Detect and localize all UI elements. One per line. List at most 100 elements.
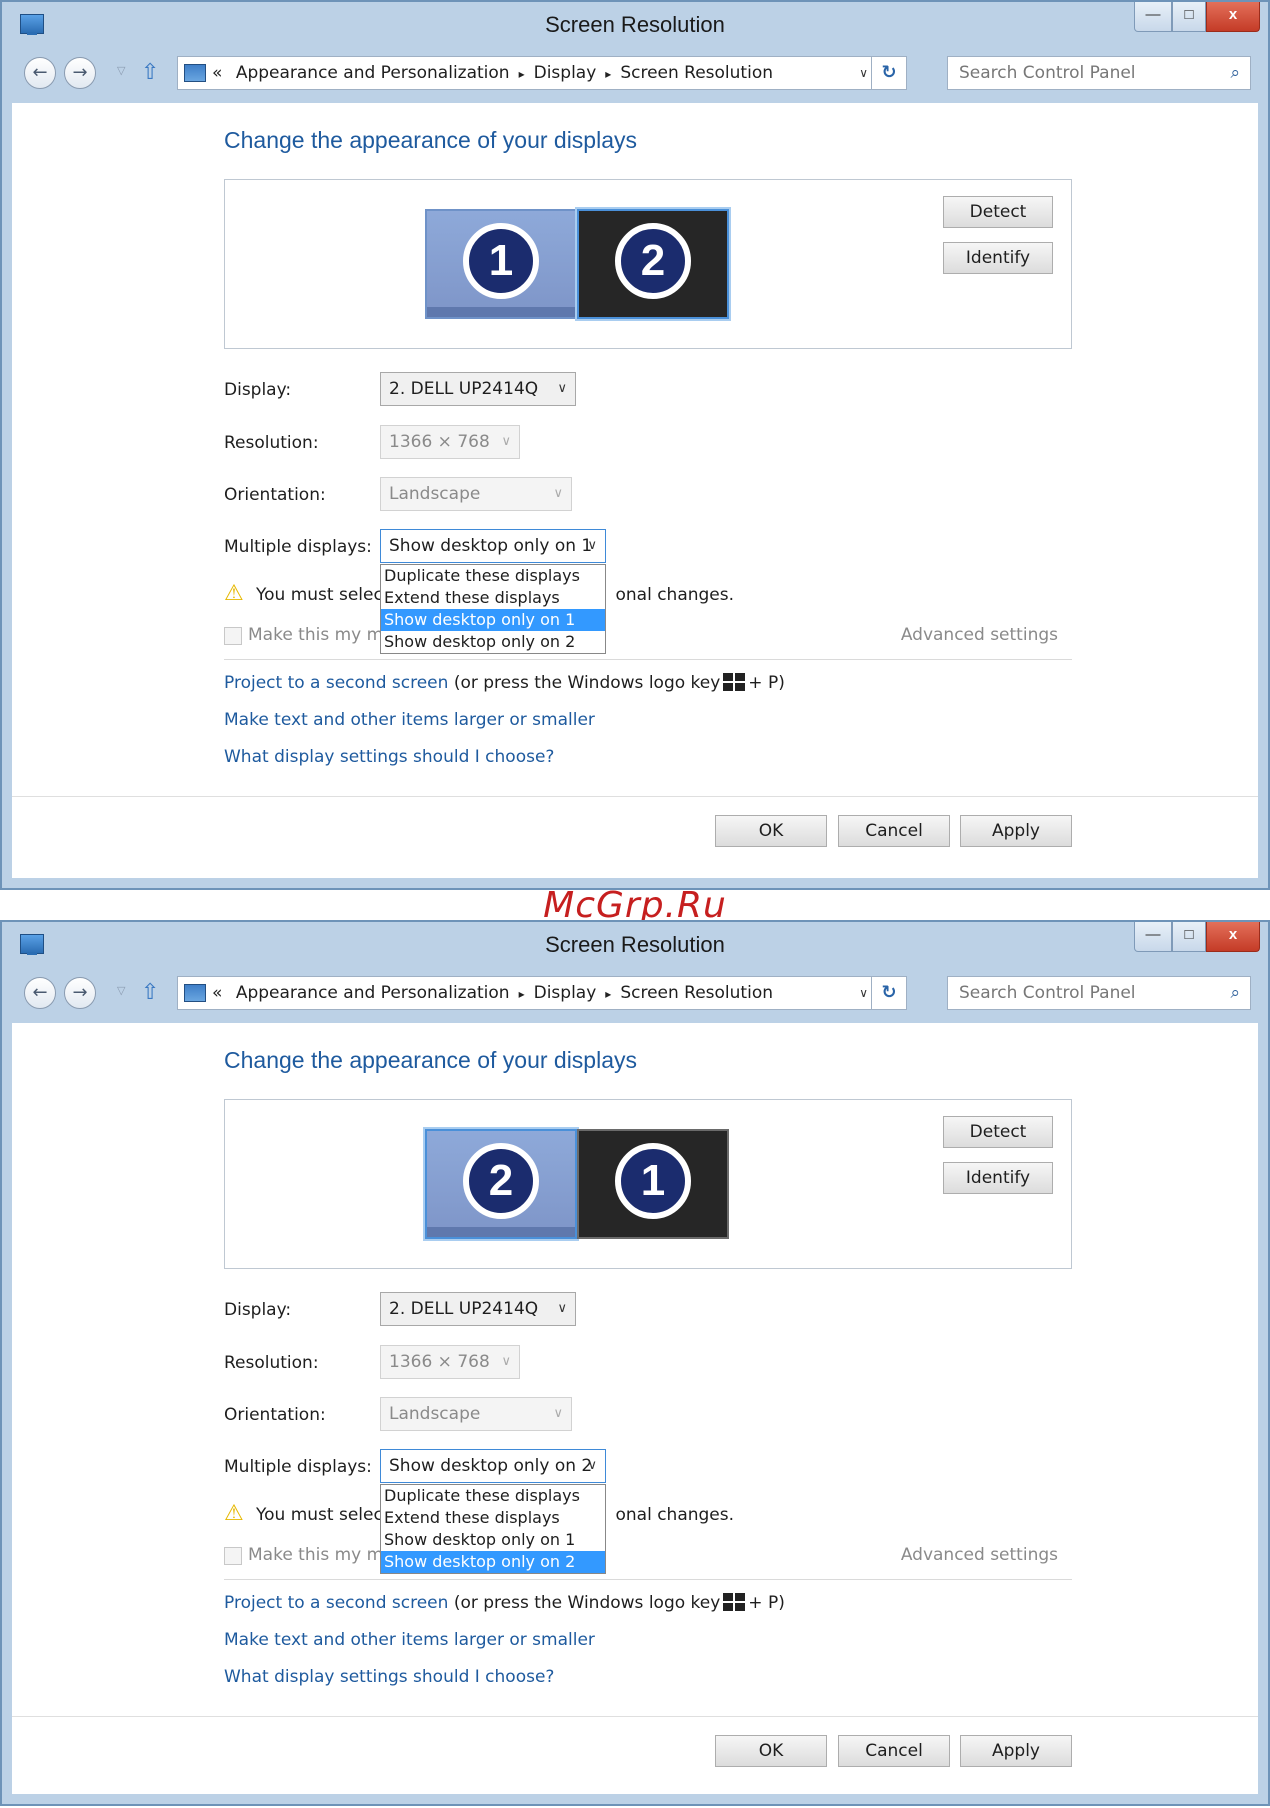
control-panel-app-icon[interactable] — [20, 14, 44, 35]
project-link-row: Project to a second screen (or press the… — [224, 1593, 785, 1613]
warning-text-start: You must select — [256, 1505, 390, 1525]
content-area: Change the appearance of your displays 2… — [12, 1023, 1258, 1794]
orientation-select: Landscape ∨ — [380, 477, 572, 511]
back-button[interactable]: ← — [24, 57, 56, 89]
search-input[interactable]: Search Control Panel ⌕ — [947, 976, 1251, 1010]
resolution-select: 1366 × 768 ∨ — [380, 1345, 520, 1379]
option-only-2[interactable]: Show desktop only on 2 — [381, 1551, 605, 1573]
breadcrumb-separator-icon[interactable]: ▸ — [605, 987, 611, 1001]
main-display-checkbox[interactable] — [224, 627, 242, 645]
apply-button[interactable]: Apply — [960, 815, 1072, 847]
warning-icon: ⚠ — [224, 1501, 244, 1526]
identify-button[interactable]: Identify — [943, 242, 1053, 274]
maximize-button[interactable]: □ — [1172, 922, 1206, 952]
navigation-bar: ← → ▽ ⇧ « Appearance and Personalization… — [12, 970, 1258, 1018]
recent-pages-icon[interactable]: ▽ — [117, 64, 125, 77]
multiple-displays-select[interactable]: Show desktop only on 2 ∨ — [380, 1449, 606, 1483]
multiple-displays-select[interactable]: Show desktop only on 1 ∨ — [380, 529, 606, 563]
chevron-down-icon: ∨ — [587, 538, 597, 553]
search-icon[interactable]: ⌕ — [1230, 977, 1240, 1009]
breadcrumb-display[interactable]: Display — [534, 63, 597, 83]
window-title: Screen Resolution — [545, 12, 725, 37]
breadcrumb-separator-icon[interactable]: ▸ — [605, 67, 611, 81]
cancel-button[interactable]: Cancel — [838, 1735, 950, 1767]
title-bar[interactable]: Screen Resolution — □ x — [2, 922, 1268, 967]
refresh-icon[interactable]: ↻ — [871, 977, 906, 1009]
option-duplicate[interactable]: Duplicate these displays — [381, 1485, 605, 1507]
address-dropdown-icon[interactable]: ∨ — [859, 57, 868, 89]
monitor-number: 2 — [463, 1143, 539, 1219]
display-settings-help-link[interactable]: What display settings should I choose? — [224, 747, 554, 767]
display-select[interactable]: 2. DELL UP2414Q ∨ — [380, 372, 576, 406]
ok-button[interactable]: OK — [715, 815, 827, 847]
option-extend[interactable]: Extend these displays — [381, 1507, 605, 1529]
breadcrumb: « Appearance and Personalization ▸ Display… — [212, 57, 773, 90]
title-bar[interactable]: Screen Resolution — □ x — [2, 2, 1268, 47]
advanced-settings-link[interactable]: Advanced settings — [901, 625, 1058, 645]
back-button[interactable]: ← — [24, 977, 56, 1009]
warning-text-end: onal changes. — [615, 585, 735, 605]
breadcrumb-appearance[interactable]: Appearance and Personalization — [236, 983, 510, 1003]
maximize-button[interactable]: □ — [1172, 2, 1206, 32]
breadcrumb-screen-resolution[interactable]: Screen Resolution — [620, 983, 773, 1003]
ok-button[interactable]: OK — [715, 1735, 827, 1767]
address-bar[interactable]: « Appearance and Personalization ▸ Display… — [177, 56, 907, 90]
forward-button[interactable]: → — [64, 977, 96, 1009]
windows-logo-icon — [723, 1593, 746, 1611]
search-icon[interactable]: ⌕ — [1230, 57, 1240, 89]
display-select[interactable]: 2. DELL UP2414Q ∨ — [380, 1292, 576, 1326]
text-size-link[interactable]: Make text and other items larger or smal… — [224, 710, 595, 730]
up-arrow-icon[interactable]: ⇧ — [141, 980, 159, 1006]
close-button[interactable]: x — [1206, 922, 1260, 952]
monitor-number: 1 — [615, 1143, 691, 1219]
display-settings-help-link[interactable]: What display settings should I choose? — [224, 1667, 554, 1687]
monitor-2-thumbnail[interactable]: 2 — [577, 209, 729, 319]
monitor-1-thumbnail[interactable]: 1 — [425, 209, 577, 319]
chevron-down-icon: ∨ — [553, 1406, 563, 1421]
breadcrumb-display[interactable]: Display — [534, 983, 597, 1003]
forward-button[interactable]: → — [64, 57, 96, 89]
option-only-2[interactable]: Show desktop only on 2 — [381, 631, 605, 653]
breadcrumb-separator-icon[interactable]: ▸ — [519, 67, 525, 81]
resolution-value: 1366 × 768 — [389, 1352, 490, 1372]
breadcrumb-screen-resolution[interactable]: Screen Resolution — [620, 63, 773, 83]
project-to-second-screen-link[interactable]: Project to a second screen — [224, 1593, 448, 1613]
monitor-1-thumbnail[interactable]: 1 — [577, 1129, 729, 1239]
chevron-down-icon: ∨ — [553, 486, 563, 501]
option-duplicate[interactable]: Duplicate these displays — [381, 565, 605, 587]
search-input[interactable]: Search Control Panel ⌕ — [947, 56, 1251, 90]
breadcrumb-overflow[interactable]: « — [212, 983, 222, 1003]
divider — [224, 1579, 1072, 1580]
address-bar[interactable]: « Appearance and Personalization ▸ Display… — [177, 976, 907, 1010]
identify-button[interactable]: Identify — [943, 1162, 1053, 1194]
breadcrumb-separator-icon[interactable]: ▸ — [519, 987, 525, 1001]
refresh-icon[interactable]: ↻ — [871, 57, 906, 89]
text-size-link[interactable]: Make text and other items larger or smal… — [224, 1630, 595, 1650]
minimize-button[interactable]: — — [1134, 922, 1172, 952]
option-only-1[interactable]: Show desktop only on 1 — [381, 1529, 605, 1551]
window-title: Screen Resolution — [545, 932, 725, 957]
control-panel-icon — [184, 64, 206, 82]
page-title: Change the appearance of your displays — [224, 127, 638, 153]
detect-button[interactable]: Detect — [943, 1116, 1053, 1148]
breadcrumb-overflow[interactable]: « — [212, 63, 222, 83]
multiple-displays-value: Show desktop only on 2 — [389, 1456, 593, 1476]
advanced-settings-link[interactable]: Advanced settings — [901, 1545, 1058, 1565]
option-extend[interactable]: Extend these displays — [381, 587, 605, 609]
main-display-checkbox[interactable] — [224, 1547, 242, 1565]
option-only-1[interactable]: Show desktop only on 1 — [381, 609, 605, 631]
close-button[interactable]: x — [1206, 2, 1260, 32]
apply-button[interactable]: Apply — [960, 1735, 1072, 1767]
address-dropdown-icon[interactable]: ∨ — [859, 977, 868, 1009]
control-panel-app-icon[interactable] — [20, 934, 44, 955]
main-display-label: Make this my ma — [248, 1545, 394, 1565]
breadcrumb-appearance[interactable]: Appearance and Personalization — [236, 63, 510, 83]
monitor-2-thumbnail[interactable]: 2 — [425, 1129, 577, 1239]
cancel-button[interactable]: Cancel — [838, 815, 950, 847]
up-arrow-icon[interactable]: ⇧ — [141, 60, 159, 86]
minimize-button[interactable]: — — [1134, 2, 1172, 32]
recent-pages-icon[interactable]: ▽ — [117, 984, 125, 997]
orientation-select: Landscape ∨ — [380, 1397, 572, 1431]
project-to-second-screen-link[interactable]: Project to a second screen — [224, 673, 448, 693]
detect-button[interactable]: Detect — [943, 196, 1053, 228]
